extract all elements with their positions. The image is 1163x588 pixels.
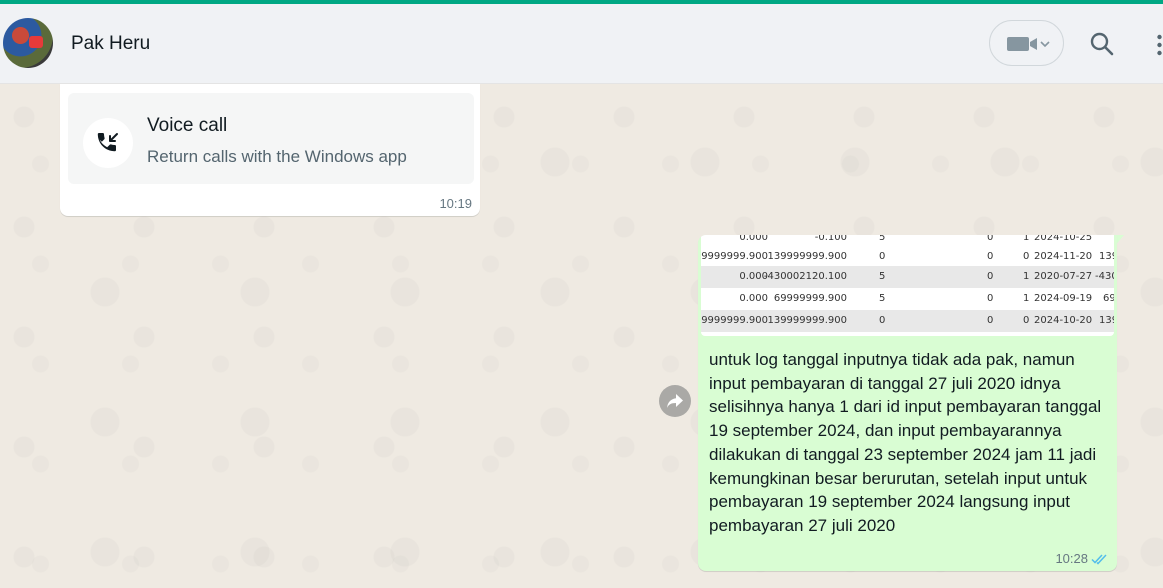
message-text: untuk log tanggal inputnya tidak ada pak…: [709, 350, 1102, 535]
forward-icon: [667, 394, 683, 408]
video-call-icon: [1007, 37, 1037, 51]
message-time: 10:28: [1055, 551, 1088, 566]
table-row: 39999999.900 139999999.900 0 0 0 2024-10…: [701, 310, 1114, 332]
message-meta: 10:28: [1055, 551, 1109, 566]
avatar[interactable]: [3, 18, 53, 68]
message-image[interactable]: 0.000 -0.100 5 0 1 2024-10-25 69999999.9…: [701, 235, 1114, 336]
contact-name[interactable]: Pak Heru: [71, 33, 150, 55]
call-icon-circle: [83, 118, 133, 168]
call-subtitle: Return calls with the Windows app: [147, 147, 407, 166]
missed-call-icon: [97, 133, 118, 152]
incoming-call-message[interactable]: Voice call Return calls with the Windows…: [60, 84, 480, 216]
chat-header: Pak Heru: [0, 4, 1163, 84]
video-call-button[interactable]: [989, 20, 1064, 66]
forward-button[interactable]: [659, 385, 691, 417]
search-icon[interactable]: [1089, 31, 1115, 57]
message-time: 10:19: [439, 196, 472, 211]
table-row: 0.000 69999999.900 5 0 1 2024-09-19 69: [739, 293, 1114, 304]
read-ticks-icon: [1091, 554, 1107, 565]
call-title: Voice call: [147, 115, 228, 136]
table-row: 69999999.900 139999999.900 0 0 0 2024-11…: [701, 251, 1114, 262]
chevron-down-icon: [1040, 41, 1050, 48]
call-card[interactable]: Voice call Return calls with the Windows…: [68, 93, 474, 184]
outgoing-image-message[interactable]: 0.000 -0.100 5 0 1 2024-10-25 69999999.9…: [698, 235, 1117, 571]
table-row: 0.000 -430002120.100 5 0 1 2020-07-27 -4…: [701, 266, 1114, 288]
menu-icon[interactable]: [1156, 34, 1163, 56]
